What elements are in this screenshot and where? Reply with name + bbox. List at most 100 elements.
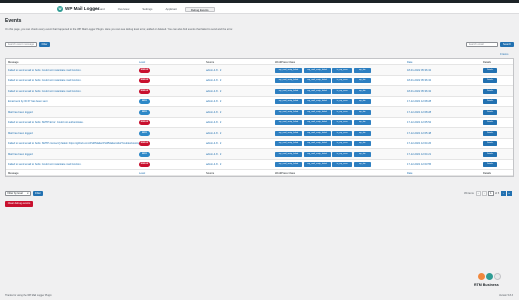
tab-settings[interactable]: Settings [137,7,157,12]
class-tag[interactable]: wp_die [353,78,371,84]
details-button[interactable]: Details [483,151,497,157]
class-tag[interactable]: wp_mail_smtp_failed [275,141,302,147]
class-tag[interactable]: wp_die [353,88,371,94]
tab-dashboard[interactable]: Dashboard [86,7,110,12]
next-page-button[interactable]: › [500,191,506,196]
first-page-button[interactable]: « [475,191,481,196]
details-button[interactable]: Details [483,120,497,126]
class-tag[interactable]: wp_die [353,67,371,73]
class-tag[interactable]: is_wp_error [332,120,353,126]
class-tag[interactable]: wp_mail_smtp_failed [303,78,331,84]
class-tag[interactable]: wp_mail_smtp_failed [303,141,331,147]
tab-debug-events[interactable]: Debug Events [184,6,215,12]
level-filter-select[interactable]: Filter by level ▾ [5,191,31,196]
prev-page-button[interactable]: ‹ [481,191,487,196]
current-page-input[interactable]: 1 [487,191,494,196]
wordpress-class-tags: wp_mail_smtp_failed wp_mail_smtp_failed is… [275,141,372,147]
class-tag[interactable]: wp_mail_smtp_failed [303,99,331,105]
column-header-date[interactable]: Date [407,61,412,64]
column-footer-message[interactable]: Message [8,172,19,175]
event-message-link[interactable]: Failed to send email to hello: Could not… [8,79,81,82]
details-button[interactable]: Details [483,162,497,168]
class-tag[interactable]: wp_mail_smtp_failed [275,78,302,84]
event-source-link[interactable]: admin-4.8 · 2 [206,79,221,82]
column-footer-level[interactable]: Level [139,172,145,175]
class-tag[interactable]: wp_mail_smtp_failed [275,130,302,136]
apply-filter-button[interactable]: Filter [33,191,43,196]
column-header-level[interactable]: Level [139,61,145,64]
last-page-button[interactable]: » [506,191,512,196]
event-message-link[interactable]: Failed to send email to hello: Could not… [8,69,81,72]
event-search-input[interactable] [5,42,37,47]
event-source-link[interactable]: admin-4.8 · 2 [206,69,221,72]
class-tag[interactable]: wp_mail_smtp_failed [275,162,302,168]
class-tag[interactable]: wp_mail_smtp_failed [303,151,331,157]
email-search-input[interactable] [466,42,498,47]
column-footer-date[interactable]: Date [407,172,412,175]
class-tag[interactable]: wp_mail_smtp_failed [303,162,331,168]
class-tag[interactable]: wp_die [353,109,371,115]
event-source-link[interactable]: admin-4.8 · 2 [206,142,221,145]
tab-overview[interactable]: Overview [113,7,135,12]
clear-debug-events-button[interactable]: Clear debug events [5,201,33,207]
event-message-link[interactable]: Failed to send email to hello: Could not… [8,163,81,166]
event-message-link[interactable]: Mail has been logged [8,111,33,114]
class-tag[interactable]: is_wp_error [332,162,353,168]
class-tag[interactable]: wp_mail_smtp_failed [303,120,331,126]
class-tag[interactable]: wp_mail_smtp_failed [275,88,302,94]
class-tag[interactable]: is_wp_error [332,78,353,84]
event-source-link[interactable]: admin-4.8 · 2 [206,111,221,114]
class-tag[interactable]: wp_die [353,120,371,126]
class-tag[interactable]: wp_mail_smtp_failed [275,151,302,157]
details-button[interactable]: Details [483,67,497,73]
details-button[interactable]: Details [483,88,497,94]
class-tag[interactable]: wp_mail_smtp_failed [275,67,302,73]
class-tag[interactable]: is_wp_error [332,130,353,136]
event-message-link[interactable]: Failed to send email to hello: SMTP conn… [8,142,140,145]
tab-applicant[interactable]: Applicant [160,7,182,12]
class-tag[interactable]: wp_mail_smtp_failed [275,120,302,126]
table-body: Failed to send email to hello: Could not… [6,65,513,170]
class-tag[interactable]: is_wp_error [332,151,353,157]
filter-button[interactable]: Filter [39,42,50,47]
event-message-link[interactable]: Email sent by ID 67 has been sent [8,100,48,103]
class-tag[interactable]: is_wp_error [332,88,353,94]
class-tag[interactable]: wp_die [353,99,371,105]
class-tag[interactable]: wp_mail_smtp_failed [303,109,331,115]
event-source-link[interactable]: admin-4.8 · 2 [206,132,221,135]
event-message-link[interactable]: Failed to send email to hello: Could not… [8,90,81,93]
class-tag[interactable]: wp_mail_smtp_failed [303,88,331,94]
event-source-link[interactable]: admin-4.8 · 2 [206,153,221,156]
event-message-link[interactable]: Failed to send email to hello: SMTP Erro… [8,121,84,124]
wordpress-class-tags: wp_mail_smtp_failed wp_mail_smtp_failed is… [275,151,372,157]
column-header-message[interactable]: Message [8,61,19,64]
event-message-link[interactable]: Mail has been logged [8,153,33,156]
class-tag[interactable]: is_wp_error [332,99,353,105]
class-tag[interactable]: wp_mail_smtp_failed [303,67,331,73]
class-tag[interactable]: wp_mail_smtp_failed [275,99,302,105]
class-tag[interactable]: wp_die [353,130,371,136]
email-search-button[interactable]: Search [500,42,514,47]
class-tag[interactable]: is_wp_error [332,109,353,115]
event-message-link[interactable]: Mail has been logged [8,132,33,135]
event-source-link[interactable]: admin-4.8 · 2 [206,100,221,103]
class-tag[interactable]: wp_mail_smtp_failed [275,109,302,115]
class-tag[interactable]: wp_die [353,151,371,157]
page-total: of 5 [494,192,500,195]
details-button[interactable]: Details [483,99,497,105]
wordpress-class-tags: wp_mail_smtp_failed wp_mail_smtp_failed is… [275,99,372,105]
event-source-link[interactable]: admin-4.8 · 2 [206,121,221,124]
event-date: 17-12-2021 12:04:21 [407,152,432,156]
details-button[interactable]: Details [483,78,497,84]
class-tag[interactable]: is_wp_error [332,67,353,73]
class-tag[interactable]: wp_die [353,162,371,168]
class-tag[interactable]: is_wp_error [332,141,353,147]
class-tag[interactable]: wp_die [353,141,371,147]
details-button[interactable]: Details [483,109,497,115]
rtm-business-brand: RTM Business [474,283,499,287]
class-tag[interactable]: wp_mail_smtp_failed [303,130,331,136]
event-source-link[interactable]: admin-4.8 · 2 [206,90,221,93]
event-source-link[interactable]: admin-4.8 · 2 [206,163,221,166]
details-button[interactable]: Details [483,130,497,136]
details-button[interactable]: Details [483,141,497,147]
